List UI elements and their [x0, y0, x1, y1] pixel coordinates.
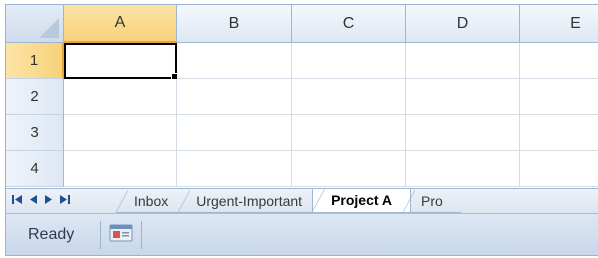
record-macro-button[interactable]	[101, 220, 141, 250]
column-header-b[interactable]: B	[177, 5, 292, 43]
cell-e2[interactable]	[520, 79, 598, 115]
row-header-4[interactable]: 4	[6, 151, 64, 187]
first-sheet-icon[interactable]	[12, 194, 23, 208]
cell-a2[interactable]	[64, 79, 177, 115]
row-area: 1 2 3 4	[6, 43, 598, 187]
sheet-tab-project-a[interactable]: Project A	[312, 189, 412, 213]
column-header-row: A B C D E	[6, 5, 598, 43]
cell-e4[interactable]	[520, 151, 598, 187]
last-sheet-icon[interactable]	[59, 194, 70, 208]
column-header-c[interactable]: C	[292, 5, 406, 43]
cell-d2[interactable]	[406, 79, 520, 115]
cell-a4[interactable]	[64, 151, 177, 187]
cell-c2[interactable]	[292, 79, 406, 115]
record-macro-icon	[109, 223, 133, 248]
cell-a3[interactable]	[64, 115, 177, 151]
cell-e3[interactable]	[520, 115, 598, 151]
cell-c3[interactable]	[292, 115, 406, 151]
cell-b1[interactable]	[177, 43, 292, 79]
column-header-a[interactable]: A	[64, 5, 177, 43]
cell-c4[interactable]	[292, 151, 406, 187]
cell-d3[interactable]	[406, 115, 520, 151]
select-all-triangle-icon	[39, 18, 59, 38]
column-header-d[interactable]: D	[406, 5, 520, 43]
row-header-2[interactable]: 2	[6, 79, 64, 115]
cell-b2[interactable]	[177, 79, 292, 115]
cell-d1[interactable]	[406, 43, 520, 79]
cell-a1[interactable]	[64, 43, 179, 81]
table-row: 2	[6, 79, 598, 115]
sheet-tab-pro[interactable]: Pro	[403, 189, 461, 213]
cell-b3[interactable]	[177, 115, 292, 151]
row-header-1[interactable]: 1	[6, 43, 64, 79]
status-divider	[141, 221, 142, 249]
cell-d4[interactable]	[406, 151, 520, 187]
select-all-button[interactable]	[6, 5, 64, 43]
sheet-tab-urgent-important[interactable]: Urgent-Important	[178, 189, 321, 213]
next-sheet-icon[interactable]	[44, 194, 53, 208]
previous-sheet-icon[interactable]	[29, 194, 38, 208]
table-row: 3	[6, 115, 598, 151]
sheet-navigation	[6, 194, 124, 208]
sheet-tabs-bar: Inbox Urgent-Important Project A Pro	[6, 188, 598, 213]
sheet-tab-inbox[interactable]: Inbox	[116, 189, 187, 213]
cell-e1[interactable]	[520, 43, 598, 79]
cell-c1[interactable]	[292, 43, 406, 79]
status-mode-text: Ready	[28, 226, 75, 243]
status-bar: Ready	[6, 213, 598, 255]
table-row: 1	[6, 43, 598, 81]
cell-b4[interactable]	[177, 151, 292, 187]
row-header-3[interactable]: 3	[6, 115, 64, 151]
column-header-e[interactable]: E	[520, 5, 598, 43]
worksheet-grid: A B C D E 1 2 3 4	[6, 5, 598, 188]
table-row: 4	[6, 151, 598, 187]
spreadsheet-window: A B C D E 1 2 3 4 Inbox Urgent-Important…	[5, 4, 598, 256]
